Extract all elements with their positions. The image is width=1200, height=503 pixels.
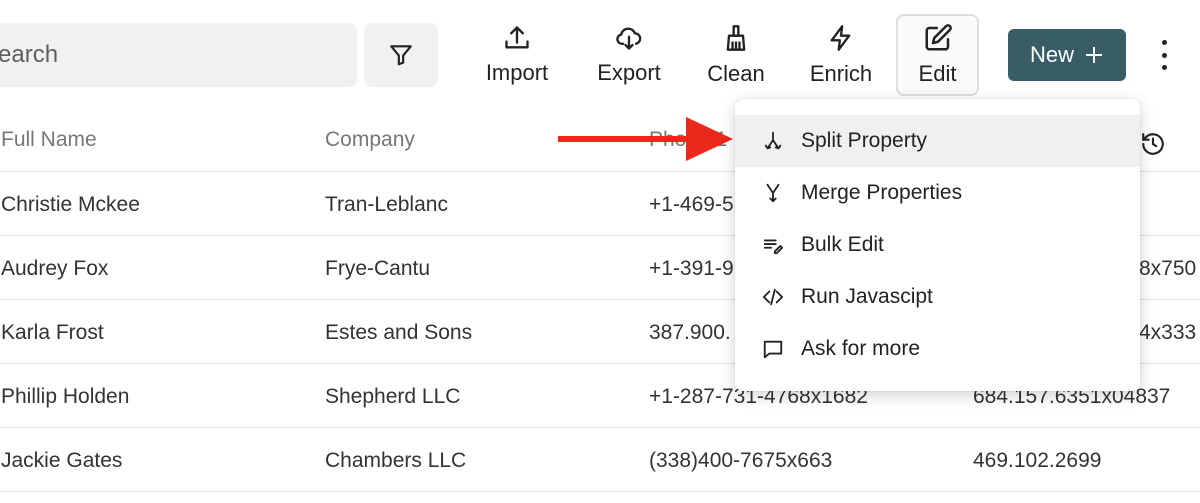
table-cell: +1-469-5 [649,193,734,216]
table-row[interactable]: Jackie Gates Chambers LLC (338)400-7675x… [0,428,1200,492]
export-button[interactable]: Export [593,14,665,96]
edit-dropdown-menu: Split Property Merge Properties Bulk Edi… [735,99,1140,391]
menu-item-run-javascript[interactable]: Run Javascipt [735,271,1140,323]
table-cell: Shepherd LLC [325,385,461,408]
code-icon [762,288,784,306]
cloud-download-icon [616,27,642,50]
clean-button[interactable]: Clean [704,14,768,96]
filter-button[interactable] [364,23,438,87]
lightning-icon [830,25,851,51]
column-header[interactable]: Company [325,128,415,152]
new-button[interactable]: New [1008,29,1126,81]
edit-icon [925,24,952,51]
enrich-button[interactable]: Enrich [806,14,876,96]
plus-icon [1086,47,1102,63]
menu-item-label: Ask for more [801,337,921,360]
table-cell: Jackie Gates [1,449,123,472]
menu-item-label: Bulk Edit [801,233,884,256]
table-cell: Estes and Sons [325,321,473,344]
search-input[interactable] [0,40,341,70]
table-cell: Christie Mckee [1,193,140,216]
export-label: Export [597,60,661,85]
chat-icon [763,340,783,359]
table-cell: Frye-Cantu [325,257,431,280]
import-button[interactable]: Import [480,14,554,96]
table-cell: 4x333 [1139,321,1197,344]
menu-item-label: Run Javascipt [801,285,933,308]
merge-icon [766,183,780,203]
filter-icon [390,45,412,66]
table-cell: 469.102.2699 [973,449,1102,472]
table-cell: 8x750 [1139,257,1197,280]
table-cell: Chambers LLC [325,449,467,472]
menu-item-merge-properties[interactable]: Merge Properties [735,167,1140,219]
edit-button[interactable]: Edit [896,14,979,96]
upload-icon [505,26,529,49]
menu-item-label: Split Property [801,129,928,152]
enrich-label: Enrich [809,61,873,86]
split-icon [764,131,782,150]
table-cell: (338)400-7675x663 [649,449,833,472]
table-cell: Karla Frost [1,321,104,344]
bulk-edit-icon [763,239,784,255]
table-cell: Audrey Fox [1,257,109,280]
import-label: Import [485,60,549,85]
more-options-icon[interactable] [1150,40,1178,70]
table-cell: Phillip Holden [1,385,130,408]
broom-icon [726,25,746,51]
new-label: New [1029,42,1074,67]
clean-label: Clean [707,61,765,86]
menu-item-bulk-edit[interactable]: Bulk Edit [735,219,1140,271]
table-cell: +1-391-9 [649,257,734,280]
table-cell: Tran-Leblanc [325,193,448,216]
menu-item-label: Merge Properties [801,181,963,204]
menu-item-ask-for-more[interactable]: Ask for more [735,323,1140,375]
history-icon[interactable] [1140,131,1166,157]
search-box[interactable] [0,23,357,87]
edit-label: Edit [918,61,957,86]
annotation-arrow [558,117,733,161]
column-header[interactable]: Full Name [1,128,97,152]
table-cell: 387.900. [649,321,731,344]
menu-item-split-property[interactable]: Split Property [735,115,1140,167]
